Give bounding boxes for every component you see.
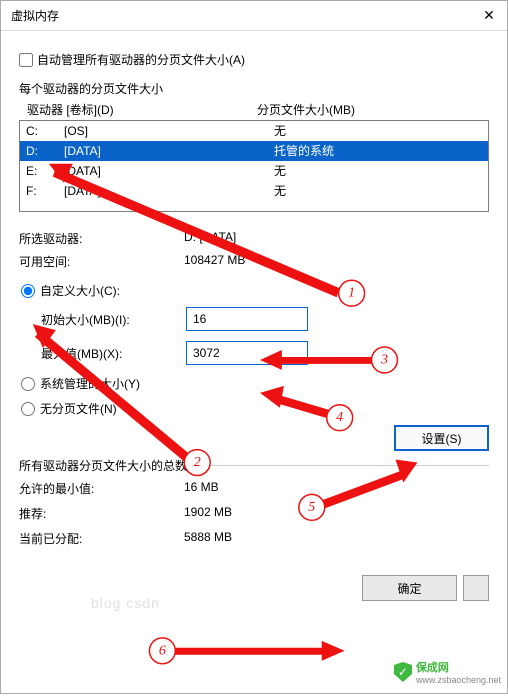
site-watermark: ✓ 保成网 www.zsbaocheng.net bbox=[394, 659, 501, 685]
set-button[interactable]: 设置(S) bbox=[394, 425, 489, 451]
cur-value: 5888 MB bbox=[184, 530, 489, 547]
col-drive: 驱动器 [卷标](D) bbox=[27, 101, 257, 118]
per-drive-heading: 每个驱动器的分页文件大小 bbox=[19, 80, 489, 97]
cur-label: 当前已分配: bbox=[19, 530, 184, 547]
svg-text:6: 6 bbox=[159, 643, 166, 658]
auto-manage-checkbox[interactable]: 自动管理所有驱动器的分页文件大小(A) bbox=[19, 51, 489, 68]
system-managed-input[interactable] bbox=[21, 377, 35, 391]
selected-drive-value: D: [DATA] bbox=[184, 230, 489, 247]
titlebar: 虚拟内存 ✕ bbox=[1, 1, 507, 31]
col-size: 分页文件大小(MB) bbox=[257, 101, 481, 118]
list-item[interactable]: E: [DATA] 无 bbox=[20, 161, 488, 181]
custom-size-input[interactable] bbox=[21, 284, 35, 298]
selected-drive-label: 所选驱动器: bbox=[19, 230, 184, 247]
list-item[interactable]: F: [DATA] 无 bbox=[20, 181, 488, 201]
drive-list[interactable]: C: [OS] 无 D: [DATA] 托管的系统 E: [DATA] 无 F:… bbox=[19, 120, 489, 212]
free-space-value: 108427 MB bbox=[184, 253, 489, 270]
no-pagefile-radio[interactable]: 无分页文件(N) bbox=[21, 400, 489, 417]
list-item[interactable]: C: [OS] 无 bbox=[20, 121, 488, 141]
rec-label: 推荐: bbox=[19, 505, 184, 522]
list-item[interactable]: D: [DATA] 托管的系统 bbox=[20, 141, 488, 161]
virtual-memory-dialog: 虚拟内存 ✕ 自动管理所有驱动器的分页文件大小(A) 每个驱动器的分页文件大小 … bbox=[0, 0, 508, 694]
max-size-field[interactable] bbox=[186, 341, 308, 365]
window-title: 虚拟内存 bbox=[11, 7, 59, 24]
ok-button[interactable]: 确定 bbox=[362, 575, 457, 601]
shield-icon: ✓ bbox=[394, 662, 412, 682]
faint-watermark: blog csdn bbox=[91, 595, 160, 611]
min-value: 16 MB bbox=[184, 480, 489, 497]
column-headers: 驱动器 [卷标](D) 分页文件大小(MB) bbox=[19, 101, 489, 120]
no-pagefile-input[interactable] bbox=[21, 402, 35, 416]
close-icon[interactable]: ✕ bbox=[481, 8, 497, 24]
min-label: 允许的最小值: bbox=[19, 480, 184, 497]
partial-button[interactable] bbox=[463, 575, 489, 601]
initial-size-field[interactable] bbox=[186, 307, 308, 331]
rec-value: 1902 MB bbox=[184, 505, 489, 522]
free-space-label: 可用空间: bbox=[19, 253, 184, 270]
custom-size-radio[interactable]: 自定义大小(C): bbox=[21, 282, 489, 299]
initial-size-label: 初始大小(MB)(I): bbox=[41, 311, 186, 328]
auto-manage-input[interactable] bbox=[19, 53, 33, 67]
system-managed-radio[interactable]: 系统管理的大小(Y) bbox=[21, 375, 489, 392]
auto-manage-label: 自动管理所有驱动器的分页文件大小(A) bbox=[37, 51, 245, 68]
totals-heading: 所有驱动器分页文件大小的总数 bbox=[19, 457, 193, 474]
max-size-label: 最大值(MB)(X): bbox=[41, 345, 186, 362]
